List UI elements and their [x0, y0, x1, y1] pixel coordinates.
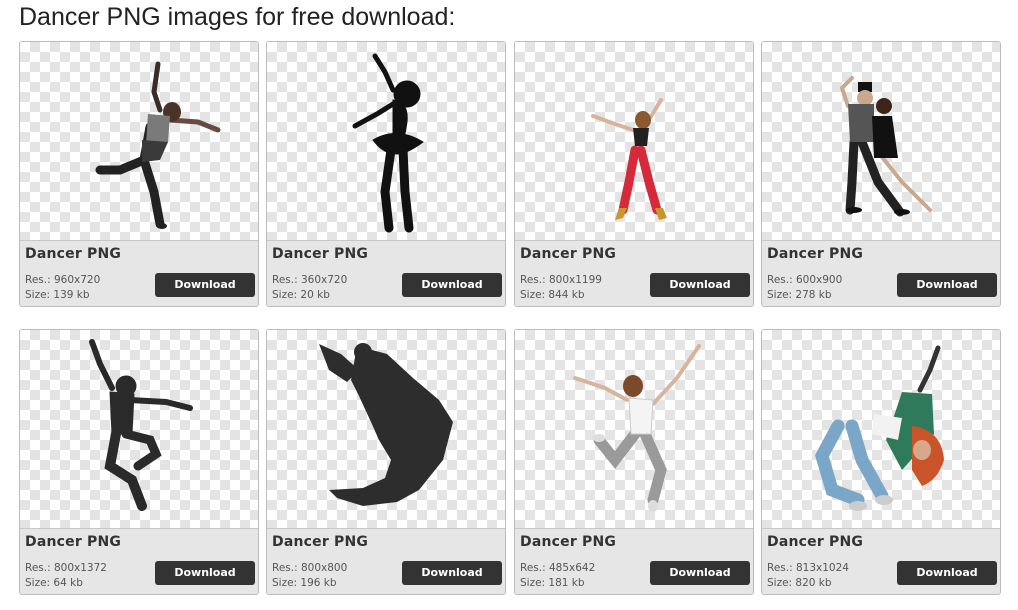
resolution-text: Res.: 800x800 — [272, 562, 348, 574]
dancer-image-3[interactable] — [515, 42, 753, 241]
card-title: Dancer PNG — [767, 246, 864, 262]
file-size-text: Size: 64 kb — [25, 577, 83, 589]
female-dancer-photo-icon — [95, 61, 221, 229]
dancer-image-7[interactable] — [515, 330, 753, 529]
jumping-dancer-silhouette-icon — [319, 343, 453, 506]
file-size-text: Size: 139 kb — [25, 289, 90, 301]
card-title: Dancer PNG — [272, 246, 369, 262]
download-button[interactable]: Download — [650, 561, 750, 585]
download-button[interactable]: Download — [155, 273, 255, 297]
download-button[interactable]: Download — [897, 273, 997, 297]
dancer-image-2[interactable] — [267, 42, 505, 241]
dancer-image-5[interactable] — [20, 330, 258, 529]
tango-couple-photo-icon — [839, 76, 932, 217]
page-title: Dancer PNG images for free download: — [19, 3, 456, 31]
card-title: Dancer PNG — [520, 534, 617, 550]
dancer-image-4[interactable] — [762, 42, 1000, 241]
image-card[interactable]: Dancer PNG Res.: 800x800 Size: 196 kb Do… — [266, 329, 506, 595]
file-size-text: Size: 844 kb — [520, 289, 585, 301]
card-title: Dancer PNG — [25, 534, 122, 550]
image-card[interactable]: Dancer PNG Res.: 960x720 Size: 139 kb Do… — [19, 41, 259, 307]
resolution-text: Res.: 813x1024 — [767, 562, 849, 574]
download-button[interactable]: Download — [897, 561, 997, 585]
card-title: Dancer PNG — [25, 246, 122, 262]
image-card[interactable]: Dancer PNG Res.: 813x1024 Size: 820 kb D… — [761, 329, 1001, 595]
image-card[interactable]: Dancer PNG Res.: 600x900 Size: 278 kb Do… — [761, 41, 1001, 307]
card-title: Dancer PNG — [767, 534, 864, 550]
download-button[interactable]: Download — [155, 561, 255, 585]
resolution-text: Res.: 960x720 — [25, 274, 101, 286]
resolution-text: Res.: 360x720 — [272, 274, 348, 286]
image-card[interactable]: Dancer PNG Res.: 485x642 Size: 181 kb Do… — [514, 329, 754, 595]
dancer-image-6[interactable] — [267, 330, 505, 529]
resolution-text: Res.: 600x900 — [767, 274, 843, 286]
image-card[interactable]: Dancer PNG Res.: 800x1372 Size: 64 kb Do… — [19, 329, 259, 595]
card-title: Dancer PNG — [520, 246, 617, 262]
resolution-text: Res.: 485x642 — [520, 562, 596, 574]
image-card[interactable]: Dancer PNG Res.: 800x1199 Size: 844 kb D… — [514, 41, 754, 307]
card-title: Dancer PNG — [272, 534, 369, 550]
file-size-text: Size: 181 kb — [520, 577, 585, 589]
dancer-image-1[interactable] — [20, 42, 258, 241]
file-size-text: Size: 196 kb — [272, 577, 337, 589]
download-button[interactable]: Download — [402, 273, 502, 297]
male-dancer-silhouette-icon — [89, 339, 193, 511]
ballerina-silhouette-icon — [352, 53, 424, 233]
file-size-text: Size: 820 kb — [767, 577, 832, 589]
download-button[interactable]: Download — [650, 273, 750, 297]
girl-dancer-red-pants-photo-icon — [591, 98, 667, 220]
breakdancer-girl-photo-icon — [815, 345, 944, 511]
resolution-text: Res.: 800x1372 — [25, 562, 107, 574]
resolution-text: Res.: 800x1199 — [520, 274, 602, 286]
image-card[interactable]: Dancer PNG Res.: 360x720 Size: 20 kb Dow… — [266, 41, 506, 307]
dancer-image-8[interactable] — [762, 330, 1000, 529]
file-size-text: Size: 20 kb — [272, 289, 330, 301]
file-size-text: Size: 278 kb — [767, 289, 832, 301]
download-button[interactable]: Download — [402, 561, 502, 585]
jumping-girl-photo-icon — [573, 344, 701, 512]
